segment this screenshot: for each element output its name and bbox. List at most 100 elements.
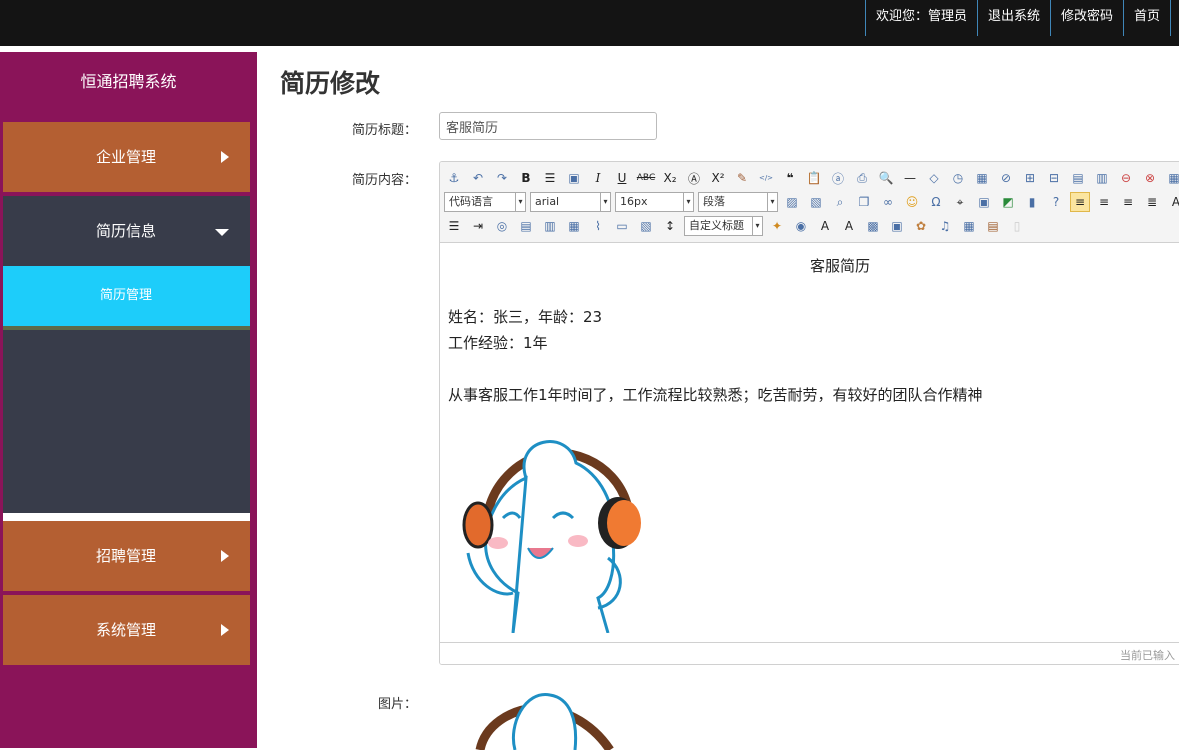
sidebar-item-label: 企业管理 — [96, 148, 157, 166]
underline-icon[interactable]: U — [612, 168, 632, 188]
link-icon[interactable]: ∞ — [878, 192, 898, 212]
sidebar-item-system[interactable]: 系统管理 — [3, 595, 250, 665]
editor-toolbar: ⚓ ↶ ↷ B ☰ ▣ I U ABC X₂ Ⓐ X² ✎ </> ❝ 📋 ⓐ … — [440, 162, 1179, 243]
format-brush-icon[interactable]: ✎ — [732, 168, 752, 188]
sidebar-item-recruitment[interactable]: 招聘管理 — [3, 521, 250, 591]
unlink-icon[interactable]: ⊘ — [996, 168, 1016, 188]
content-line-experience: 工作经验：1年 — [448, 334, 548, 352]
paste-format-icon[interactable]: ▣ — [564, 168, 584, 188]
image-icon[interactable]: ▨ — [782, 192, 802, 212]
table-icon[interactable]: ▦ — [1164, 168, 1179, 188]
italic-icon[interactable]: I — [588, 168, 608, 188]
merge-cells-icon[interactable]: ▤ — [1068, 168, 1088, 188]
welcome-user-link[interactable]: 欢迎您：管理员 — [864, 0, 977, 36]
blockquote-icon[interactable]: ❝ — [780, 168, 800, 188]
strikethrough-icon[interactable]: ABC — [636, 168, 656, 188]
anchor-point-icon[interactable]: ◎ — [492, 216, 512, 236]
preview-icon[interactable]: 🔍 — [876, 168, 896, 188]
float-right-icon[interactable]: ▦ — [564, 216, 584, 236]
html-source-icon[interactable]: </> — [756, 168, 776, 188]
home-link[interactable]: 首页 — [1122, 0, 1171, 36]
split-cells-icon[interactable]: ▥ — [1092, 168, 1112, 188]
resume-title-label: 简历标题： — [351, 123, 417, 138]
search-replace-icon[interactable]: ⌕ — [830, 192, 850, 212]
change-password-link[interactable]: 修改密码 — [1049, 0, 1123, 36]
template-icon[interactable]: ▣ — [887, 216, 907, 236]
resume-title-input[interactable] — [439, 112, 657, 140]
web-icon[interactable]: ◉ — [791, 216, 811, 236]
insert-frame-icon[interactable]: ▣ — [974, 192, 994, 212]
font-border-icon[interactable]: Ⓐ — [684, 168, 704, 188]
delete-col-icon[interactable]: ⊗ — [1140, 168, 1160, 188]
top-nav: 欢迎您：管理员 退出系统 修改密码 首页 — [864, 0, 1171, 36]
insert-col-icon[interactable]: ⊟ — [1044, 168, 1064, 188]
align-center-icon[interactable]: ≡ — [1118, 192, 1138, 212]
font-color-icon[interactable]: A — [1166, 192, 1179, 212]
align-right-icon[interactable]: ≡ — [1094, 192, 1114, 212]
image-label: 图片： — [377, 697, 417, 712]
editor-content-area[interactable]: 客服简历 姓名：张三，年龄：23 工作经验：1年 从事客服工作1年时间了，工作流… — [440, 243, 1179, 641]
scrawl-icon[interactable]: ▩ — [863, 216, 883, 236]
clear-format-icon[interactable]: ⓐ — [828, 168, 848, 188]
music-icon[interactable]: ♫ — [935, 216, 955, 236]
content-line-name-age: 姓名：张三，年龄：23 — [448, 308, 603, 326]
blank-doc-icon[interactable]: ▯ — [1007, 216, 1027, 236]
page-break-icon[interactable]: ⇥ — [468, 216, 488, 236]
bold-icon[interactable]: B — [516, 168, 536, 188]
row-spacing-icon[interactable]: ↕ — [660, 216, 680, 236]
font-smaller-icon[interactable]: A — [839, 216, 859, 236]
align-justify-icon[interactable]: ≣ — [1142, 192, 1162, 212]
submenu-item-label: 简历管理 — [100, 288, 153, 303]
paragraph-select[interactable]: 段落 — [698, 192, 778, 212]
submenu-item-resume-manage[interactable]: 简历管理 — [3, 266, 250, 330]
redo-icon[interactable]: ↷ — [492, 168, 512, 188]
page-title: 简历修改 — [280, 69, 381, 98]
line-spacing-icon[interactable]: ☰ — [444, 216, 464, 236]
float-none-icon[interactable]: ▥ — [540, 216, 560, 236]
date-icon[interactable]: ▦ — [972, 168, 992, 188]
uploaded-mascot-image[interactable] — [460, 690, 620, 750]
indent-icon[interactable]: ☰ — [540, 168, 560, 188]
special-char-icon[interactable]: Ω — [926, 192, 946, 212]
logout-link[interactable]: 退出系统 — [976, 0, 1050, 36]
edit-image-icon[interactable]: ▧ — [636, 216, 656, 236]
delete-row-icon[interactable]: ⊖ — [1116, 168, 1136, 188]
subscript-icon[interactable]: X₂ — [660, 168, 680, 188]
sidebar-item-company[interactable]: 企业管理 — [3, 122, 250, 192]
horizontal-rule-icon[interactable]: — — [900, 168, 920, 188]
superscript-icon[interactable]: X² — [708, 168, 728, 188]
paste-icon[interactable]: ▤ — [983, 216, 1003, 236]
chevron-right-icon — [221, 624, 229, 636]
resume-content-label: 简历内容： — [351, 173, 417, 188]
font-size-select[interactable]: 16px — [615, 192, 694, 212]
video-icon[interactable]: ▮ — [1022, 192, 1042, 212]
paint-icon[interactable]: ✿ — [911, 216, 931, 236]
img-center-icon[interactable]: ▭ — [612, 216, 632, 236]
find-icon[interactable]: ⌖ — [950, 192, 970, 212]
font-larger-icon[interactable]: A — [815, 216, 835, 236]
attachment-icon[interactable]: ⌇ — [588, 216, 608, 236]
cartoon-headphone-mascot-image — [462, 440, 641, 633]
copy-icon[interactable]: ❐ — [854, 192, 874, 212]
time-icon[interactable]: ◷ — [948, 168, 968, 188]
print-icon[interactable]: ⎙ — [852, 168, 872, 188]
align-left-icon[interactable]: ≡ — [1070, 192, 1090, 212]
insert-row-icon[interactable]: ⊞ — [1020, 168, 1040, 188]
font-family-select[interactable]: arial — [530, 192, 611, 212]
custom-heading-select[interactable]: 自定义标题 — [684, 216, 763, 236]
map-icon[interactable]: ◩ — [998, 192, 1018, 212]
eraser-icon[interactable]: ◇ — [924, 168, 944, 188]
help-icon[interactable]: ? — [1046, 192, 1066, 212]
undo-icon[interactable]: ↶ — [468, 168, 488, 188]
content-heading: 客服简历 — [809, 257, 870, 275]
multi-image-icon[interactable]: ▧ — [806, 192, 826, 212]
code-language-select[interactable]: 代码语言 — [444, 192, 526, 212]
grid-table-icon[interactable]: ▦ — [959, 216, 979, 236]
sidebar-item-resume-info[interactable]: 简历信息 — [3, 196, 250, 266]
anchor-icon[interactable]: ⚓ — [444, 168, 464, 188]
paste-plain-icon[interactable]: 📋 — [804, 168, 824, 188]
emoji-icon[interactable]: ☺ — [902, 192, 922, 212]
chevron-right-icon — [221, 151, 229, 163]
float-left-icon[interactable]: ▤ — [516, 216, 536, 236]
magic-wand-icon[interactable]: ✦ — [767, 216, 787, 236]
